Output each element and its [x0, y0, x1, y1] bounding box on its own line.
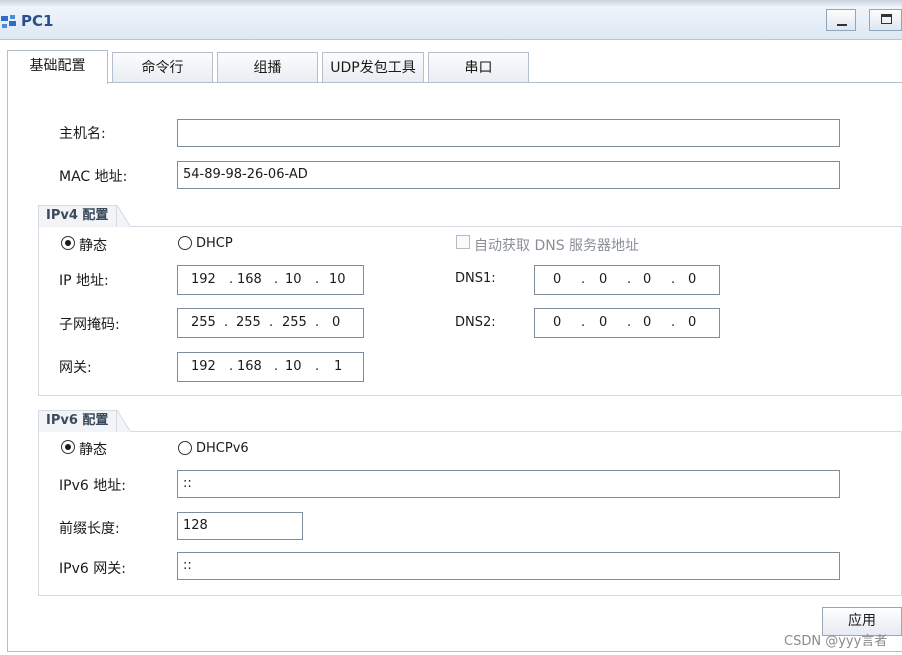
- auto-dns-label: 自动获取 DNS 服务器地址: [474, 238, 640, 254]
- tab-udp-tool[interactable]: UDP发包工具: [322, 52, 424, 83]
- ipv4-dhcp-radio[interactable]: [178, 236, 192, 250]
- gateway-input[interactable]: 192 . 168 . 10 . 1: [177, 352, 364, 382]
- dns2-octet-1: 0: [553, 315, 562, 330]
- ip-address-input[interactable]: 192 . 168 . 10 . 10: [177, 265, 364, 295]
- ipv4-dhcp-label: DHCP: [196, 236, 233, 251]
- dns1-octet-3: 0: [643, 272, 652, 287]
- dns2-octet-3: 0: [643, 315, 652, 330]
- mask-octet-2: 255: [236, 315, 261, 330]
- watermark: CSDN @yyy言者: [784, 634, 888, 649]
- mask-octet-4: 0: [332, 315, 341, 330]
- dns1-input[interactable]: 0 . 0 . 0 . 0: [534, 265, 720, 295]
- dns2-octet-4: 0: [688, 315, 697, 330]
- maximize-icon: [881, 14, 892, 24]
- subnet-mask-label: 子网掩码:: [59, 317, 120, 333]
- gw-octet-2: 168: [237, 359, 262, 374]
- title-bar-edge: [0, 0, 902, 6]
- mask-octet-3: 255: [282, 315, 307, 330]
- ipv4-static-label: 静态: [79, 238, 107, 254]
- mac-label: MAC 地址:: [59, 169, 128, 185]
- gw-octet-3: 10: [285, 359, 302, 374]
- ip-octet-3: 10: [285, 272, 302, 287]
- window-title: PC1: [21, 12, 54, 30]
- ip-octet-2: 168: [237, 272, 262, 287]
- ipv4-static-radio[interactable]: [61, 236, 75, 250]
- prefix-length-label: 前缀长度:: [59, 521, 120, 537]
- ipv6-section-title: IPv6 配置: [46, 413, 109, 428]
- dns1-label: DNS1:: [455, 271, 496, 286]
- dns2-label: DNS2:: [455, 315, 496, 330]
- dns2-octet-2: 0: [599, 315, 608, 330]
- tab-basic-config[interactable]: 基础配置: [7, 50, 108, 84]
- gw-octet-1: 192: [191, 359, 216, 374]
- mac-address-field: 54-89-98-26-06-AD: [177, 161, 840, 189]
- minimize-icon: [837, 24, 847, 26]
- ipv6-address-label: IPv6 地址:: [59, 478, 126, 494]
- ipv6-dhcpv6-label: DHCPv6: [196, 441, 249, 456]
- dns1-octet-2: 0: [599, 272, 608, 287]
- tab-serial[interactable]: 串口: [428, 52, 529, 83]
- maximize-button[interactable]: [869, 9, 902, 31]
- ipv6-tab-slant: [116, 410, 130, 432]
- ipv4-tab-slant: [116, 205, 130, 227]
- dns2-input[interactable]: 0 . 0 . 0 . 0: [534, 308, 720, 338]
- ipv6-gateway-label: IPv6 网关:: [59, 561, 126, 577]
- ip-octet-1: 192: [191, 272, 216, 287]
- ipv4-section-title: IPv4 配置: [46, 208, 109, 223]
- title-bar: PC1: [0, 0, 902, 40]
- dns1-octet-1: 0: [553, 272, 562, 287]
- tab-command-line[interactable]: 命令行: [112, 52, 213, 83]
- prefix-length-input[interactable]: 128: [177, 512, 303, 540]
- ipv6-address-input[interactable]: ::: [177, 470, 840, 498]
- hostname-label: 主机名:: [59, 126, 106, 142]
- pc-app-icon: [1, 15, 16, 28]
- mask-octet-1: 255: [191, 315, 216, 330]
- auto-dns-checkbox[interactable]: [456, 235, 470, 249]
- ipv6-gateway-input[interactable]: ::: [177, 552, 840, 580]
- subnet-mask-input[interactable]: 255 . 255 . 255 . 0: [177, 308, 364, 338]
- ipv4-group-top-border: [129, 226, 902, 227]
- hostname-input[interactable]: [177, 119, 840, 147]
- ipv4-group: [38, 226, 902, 396]
- tab-bar: 基础配置 命令行 组播 UDP发包工具 串口: [7, 50, 902, 84]
- ipv6-dhcpv6-radio[interactable]: [178, 441, 192, 455]
- gateway-label: 网关:: [59, 360, 92, 376]
- ip-address-label: IP 地址:: [59, 273, 109, 289]
- tab-multicast[interactable]: 组播: [217, 52, 318, 83]
- ipv6-static-label: 静态: [79, 442, 107, 458]
- minimize-button[interactable]: [826, 9, 856, 31]
- ip-octet-4: 10: [329, 272, 346, 287]
- ipv6-group-top-border: [129, 431, 902, 432]
- dns1-octet-4: 0: [688, 272, 697, 287]
- ipv6-static-radio[interactable]: [61, 440, 75, 454]
- gw-octet-4: 1: [334, 359, 343, 374]
